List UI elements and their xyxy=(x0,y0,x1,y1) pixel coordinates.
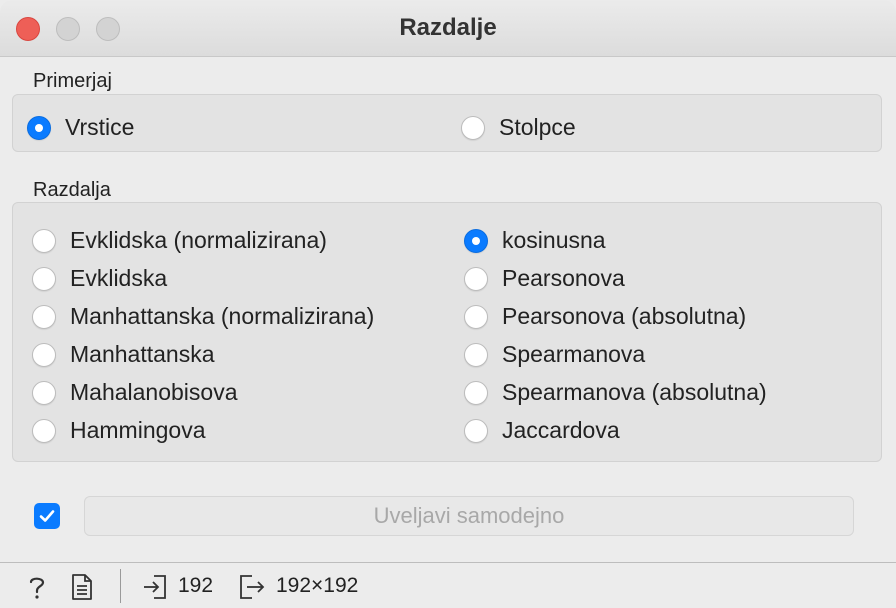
radio-cosine[interactable]: kosinusna xyxy=(464,227,606,254)
radio-rows-indicator xyxy=(27,115,51,140)
radio-columns-indicator xyxy=(461,115,485,140)
report-icon[interactable] xyxy=(70,573,94,601)
distance-section-label: Razdalja xyxy=(33,179,111,201)
radio-rows-label: Vrstice xyxy=(65,114,135,140)
radio-label: Spearmanova xyxy=(502,341,646,367)
help-icon[interactable] xyxy=(24,573,50,601)
radio-manhattan-normalized[interactable]: Manhattanska (normalizirana) xyxy=(32,303,374,330)
radio-rows[interactable]: Vrstice xyxy=(27,114,134,141)
radio-pearson-absolute[interactable]: Pearsonova (absolutna) xyxy=(464,303,746,330)
distances-window: Razdalje Primerjaj Vrstice Stolpce Razda… xyxy=(0,0,896,608)
radio-indicator xyxy=(464,304,488,329)
radio-label: kosinusna xyxy=(502,227,606,253)
compare-section-label: Primerjaj xyxy=(33,70,112,92)
radio-columns[interactable]: Stolpce xyxy=(461,114,576,141)
radio-indicator xyxy=(464,380,488,405)
window-title: Razdalje xyxy=(399,14,497,41)
status-bar: 192 192×192 xyxy=(0,562,896,608)
radio-jaccard[interactable]: Jaccardova xyxy=(464,417,620,444)
radio-label: Manhattanska (normalizirana) xyxy=(70,303,375,329)
radio-indicator xyxy=(32,228,56,253)
auto-apply-checkbox[interactable] xyxy=(34,503,60,529)
checkmark-icon xyxy=(39,510,55,522)
status-separator xyxy=(120,569,121,603)
radio-euclidean-normalized[interactable]: Evklidska (normalizirana) xyxy=(32,227,327,254)
radio-indicator xyxy=(32,380,56,405)
title-bar: Razdalje xyxy=(0,0,896,57)
radio-label: Pearsonova (absolutna) xyxy=(502,303,747,329)
radio-hamming[interactable]: Hammingova xyxy=(32,417,206,444)
radio-indicator xyxy=(32,418,56,443)
radio-label: Evklidska (normalizirana) xyxy=(70,227,327,253)
input-count: 192 xyxy=(178,574,214,597)
radio-indicator xyxy=(32,304,56,329)
radio-label: Manhattanska xyxy=(70,341,215,367)
input-data-icon xyxy=(144,575,166,599)
radio-label: Hammingova xyxy=(70,417,206,443)
radio-label: Jaccardova xyxy=(502,417,620,443)
radio-indicator xyxy=(464,342,488,367)
radio-label: Evklidska xyxy=(70,265,168,291)
radio-indicator xyxy=(464,266,488,291)
radio-label: Spearmanova (absolutna) xyxy=(502,379,767,405)
distance-group: Evklidska (normalizirana) Evklidska Manh… xyxy=(12,202,882,462)
output-size: 192×192 xyxy=(276,574,359,597)
radio-manhattan[interactable]: Manhattanska xyxy=(32,341,214,368)
radio-spearman-absolute[interactable]: Spearmanova (absolutna) xyxy=(464,379,767,406)
radio-spearman[interactable]: Spearmanova xyxy=(464,341,645,368)
output-data-icon xyxy=(240,575,265,599)
compare-group: Vrstice Stolpce xyxy=(12,94,882,152)
radio-indicator xyxy=(32,342,56,367)
radio-mahalanobis[interactable]: Mahalanobisova xyxy=(32,379,238,406)
apply-button[interactable]: Uveljavi samodejno xyxy=(84,496,854,536)
radio-label: Pearsonova xyxy=(502,265,625,291)
radio-indicator xyxy=(464,418,488,443)
radio-label: Mahalanobisova xyxy=(70,379,238,405)
radio-indicator xyxy=(32,266,56,291)
radio-euclidean[interactable]: Evklidska xyxy=(32,265,167,292)
radio-columns-label: Stolpce xyxy=(499,114,576,140)
radio-pearson[interactable]: Pearsonova xyxy=(464,265,625,292)
radio-indicator xyxy=(464,228,488,253)
